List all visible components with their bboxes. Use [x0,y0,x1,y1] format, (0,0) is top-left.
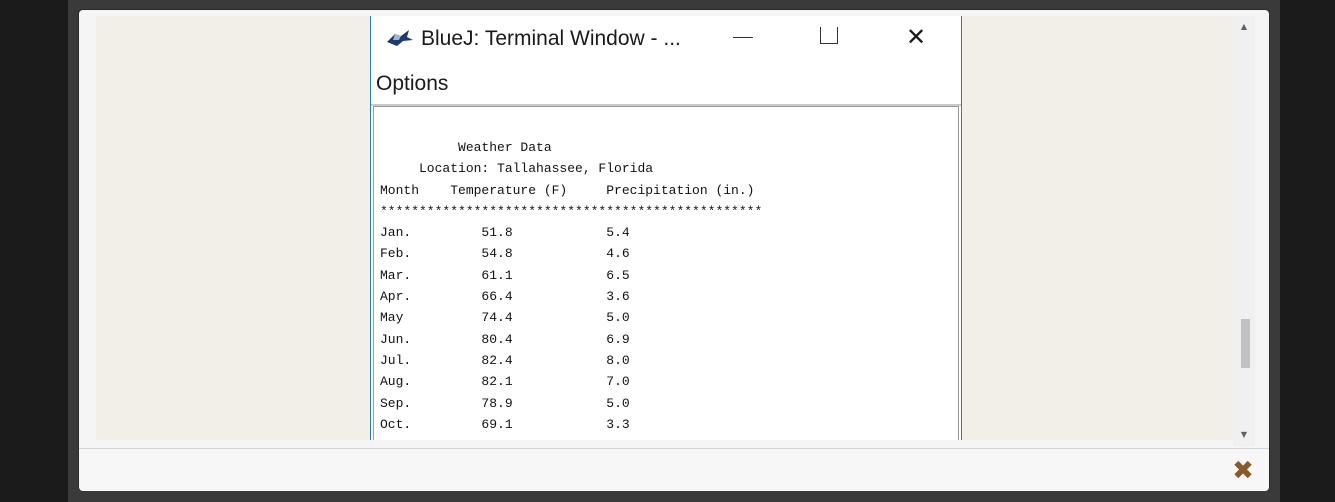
separator-line: ****************************************… [380,203,763,219]
row-temperature: 82.4 [481,352,513,368]
row-temperature: 66.4 [481,289,513,305]
row-precipitation: 4.6 [606,246,630,262]
weather-row: Jun. 80.4 6.9 [380,332,630,347]
row-temperature: 51.8 [481,225,513,241]
row-precipitation: 8.0 [606,352,630,368]
row-month: Nov. [380,438,481,440]
row-precipitation: 6.5 [606,267,630,283]
row-precipitation: 6.9 [606,331,630,347]
weather-row: Mar. 61.1 6.5 [380,268,630,283]
scroll-down-arrow-icon[interactable]: ▼ [1233,428,1255,442]
image-viewer-dialog: BlueJ: Terminal Window - ... ✕ Options W… [68,0,1280,502]
row-month: Apr. [380,289,482,305]
weather-row: Jul. 82.4 8.0 [380,353,630,368]
scroll-up-arrow-icon[interactable]: ▲ [1233,20,1255,34]
row-month: Jul. [380,352,482,368]
weather-row: Oct. 69.1 3.3 [380,417,630,432]
row-precipitation: 3.3 [606,416,630,432]
weather-rows: Jan. 51.8 5.4 Feb. 54.8 4.6 Mar. 61.1 6.… [380,225,630,440]
row-month: Feb. [380,246,482,262]
page-backdrop-left [0,0,68,502]
terminal-title-text: BlueJ: Terminal Window - ... [421,27,681,50]
weather-row: Feb. 54.8 4.6 [380,246,630,261]
row-month: Sep. [380,395,482,411]
window-close-icon: ✕ [905,23,927,51]
weather-row: Apr. 66.4 3.6 [380,289,630,304]
menu-options: Options [376,72,449,95]
maximize-icon [808,24,848,50]
terminal-output-text: Weather Data Location: Tallahassee, Flor… [380,137,762,440]
row-month: May [380,310,482,326]
row-month: Jun. [380,331,482,347]
weather-row: May 74.4 5.0 [380,310,630,325]
terminal-menu-bar: Options [371,60,961,106]
page-backdrop-right [1280,0,1335,502]
header-title-line: Weather Data [380,140,552,155]
dialog-footer: ✖ [79,448,1269,491]
row-temperature: 54.8 [481,246,513,262]
close-x-icon[interactable]: ✖ [1229,457,1257,485]
row-month: Jan. [380,225,482,241]
weather-row: Aug. 82.1 7.0 [380,374,630,389]
minimize-icon [723,24,763,50]
row-temperature: 80.4 [481,331,513,347]
weather-row: Jan. 51.8 5.4 [380,225,630,240]
row-temperature: 74.4 [481,310,513,326]
dialog-panel: BlueJ: Terminal Window - ... ✕ Options W… [79,10,1269,491]
image-content-area: BlueJ: Terminal Window - ... ✕ Options W… [96,16,1233,440]
scroll-thumb[interactable] [1241,319,1250,368]
row-precipitation: 3.9 [606,438,629,440]
terminal-window-screenshot: BlueJ: Terminal Window - ... ✕ Options W… [370,16,962,440]
terminal-title-bar: BlueJ: Terminal Window - ... ✕ [371,16,961,58]
row-precipitation: 5.0 [606,310,630,326]
vertical-scrollbar[interactable]: ▲ ▼ [1233,16,1255,446]
row-precipitation: 3.6 [606,289,630,305]
row-month: Mar. [380,267,482,283]
row-temperature: 78.9 [481,395,513,411]
terminal-output: Weather Data Location: Tallahassee, Flor… [373,106,959,440]
row-temperature: 61.1 [481,267,513,283]
weather-row: Sep. 78.9 5.0 [380,396,630,411]
bluej-bird-icon [387,30,413,46]
row-temperature: 60.4 [481,438,512,440]
row-month: Aug. [380,374,482,390]
row-temperature: 69.1 [481,416,513,432]
row-precipitation: 5.0 [606,395,630,411]
columns-line: Month Temperature (F) Precipitation (in.… [380,182,755,198]
row-month: Oct. [380,416,482,432]
row-precipitation: 7.0 [606,374,630,390]
row-temperature: 82.1 [481,374,513,390]
row-precipitation: 5.4 [606,225,630,241]
header-location-line: Location: Tallahassee, Florida [380,161,654,177]
weather-row: Nov. 60.4 3.9 [380,438,630,440]
